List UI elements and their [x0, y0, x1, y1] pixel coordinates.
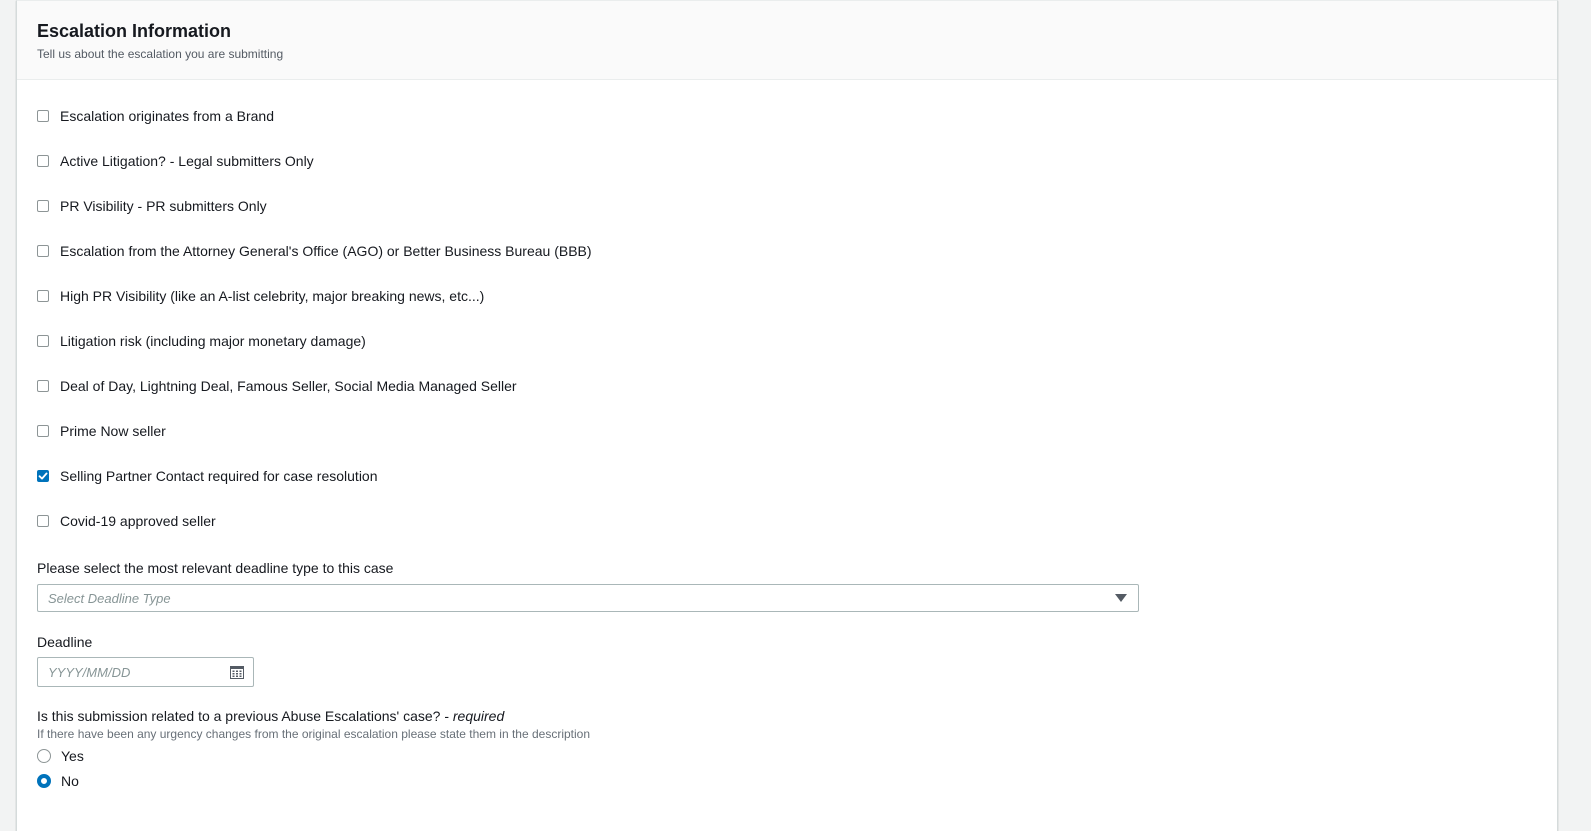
- checkbox-group: Escalation originates from a Brand Activ…: [37, 80, 1537, 543]
- escalation-information-panel: Escalation Information Tell us about the…: [16, 0, 1558, 831]
- checkbox[interactable]: [37, 244, 49, 257]
- caret-down-icon: [1115, 594, 1127, 602]
- radio-button[interactable]: [37, 749, 51, 763]
- checkbox-label: Selling Partner Contact required for cas…: [60, 467, 378, 484]
- radio-button-selected[interactable]: [37, 774, 51, 788]
- checkbox-label: Deal of Day, Lightning Deal, Famous Sell…: [60, 377, 517, 394]
- checkbox-label: PR Visibility - PR submitters Only: [60, 197, 267, 214]
- deadline-label: Deadline: [37, 634, 93, 650]
- deadline-type-label: Please select the most relevant deadline…: [37, 560, 394, 576]
- checkbox[interactable]: [37, 514, 49, 527]
- checkmark-icon: [38, 472, 48, 479]
- radio-option-yes[interactable]: Yes: [37, 747, 84, 765]
- previous-case-help-text: If there have been any urgency changes f…: [37, 727, 591, 741]
- checkbox-row-pr-visibility[interactable]: PR Visibility - PR submitters Only: [37, 183, 1537, 228]
- radio-label: No: [61, 773, 79, 789]
- checkbox-row-covid-approved[interactable]: Covid-19 approved seller: [37, 498, 1537, 543]
- checkbox-label: Prime Now seller: [60, 422, 166, 439]
- panel-header: Escalation Information Tell us about the…: [17, 1, 1557, 80]
- checkbox-label: Covid-19 approved seller: [60, 512, 216, 529]
- calendar-icon[interactable]: [230, 665, 244, 679]
- panel-body: Escalation originates from a Brand Activ…: [17, 80, 1557, 543]
- deadline-type-placeholder: Select Deadline Type: [48, 590, 171, 606]
- checkbox[interactable]: [37, 154, 49, 167]
- checkbox-label: High PR Visibility (like an A-list celeb…: [60, 287, 485, 304]
- checkbox[interactable]: [37, 199, 49, 212]
- panel-title: Escalation Information: [37, 21, 232, 41]
- radio-label: Yes: [61, 748, 84, 764]
- radio-option-no[interactable]: No: [37, 772, 79, 790]
- checkbox-row-ago-bbb[interactable]: Escalation from the Attorney General's O…: [37, 228, 1537, 273]
- checkbox-label: Active Litigation? - Legal submitters On…: [60, 152, 314, 169]
- panel-description: Tell us about the escalation you are sub…: [37, 47, 284, 61]
- checkbox-row-high-pr-visibility[interactable]: High PR Visibility (like an A-list celeb…: [37, 273, 1537, 318]
- checkbox[interactable]: [37, 334, 49, 347]
- checkbox-row-selling-partner-contact[interactable]: Selling Partner Contact required for cas…: [37, 453, 1537, 498]
- checkbox[interactable]: [37, 289, 49, 302]
- checkbox-row-deal-of-day[interactable]: Deal of Day, Lightning Deal, Famous Sell…: [37, 363, 1537, 408]
- previous-case-question-text: Is this submission related to a previous…: [37, 708, 453, 724]
- checkbox-label: Litigation risk (including major monetar…: [60, 332, 366, 349]
- deadline-date-input[interactable]: YYYY/MM/DD: [37, 657, 254, 687]
- checkbox[interactable]: [37, 109, 49, 122]
- checkbox-row-litigation-risk[interactable]: Litigation risk (including major monetar…: [37, 318, 1537, 363]
- previous-case-question: Is this submission related to a previous…: [37, 707, 504, 725]
- checkbox-label: Escalation originates from a Brand: [60, 107, 274, 124]
- deadline-placeholder: YYYY/MM/DD: [48, 664, 131, 680]
- checkbox-label: Escalation from the Attorney General's O…: [60, 242, 592, 259]
- required-indicator: required: [452, 708, 505, 724]
- checkbox-row-prime-now[interactable]: Prime Now seller: [37, 408, 1537, 453]
- checkbox-row-brand[interactable]: Escalation originates from a Brand: [37, 93, 1537, 138]
- checkbox[interactable]: [37, 379, 49, 392]
- checkbox[interactable]: [37, 424, 49, 437]
- deadline-type-select[interactable]: Select Deadline Type: [37, 584, 1139, 612]
- checkbox-row-active-litigation[interactable]: Active Litigation? - Legal submitters On…: [37, 138, 1537, 183]
- checkbox-checked[interactable]: [37, 469, 49, 482]
